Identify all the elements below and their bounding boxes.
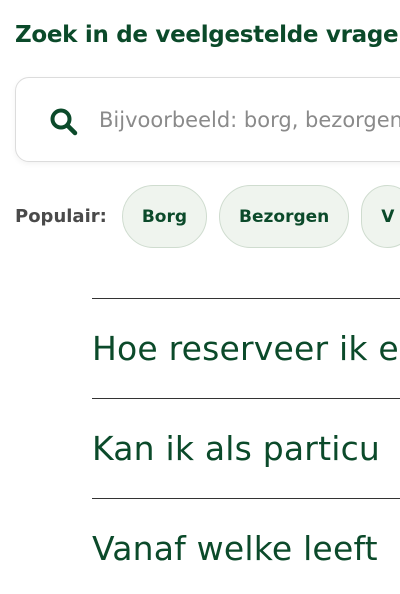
search-heading: Zoek in de veelgestelde vragen	[15, 22, 400, 48]
faq-item[interactable]: Kan ik als particu	[92, 398, 400, 498]
faq-page: Zoek in de veelgestelde vragen Populair:…	[0, 0, 400, 594]
faq-item[interactable]: Hoe reserveer ik e	[92, 298, 400, 398]
chip-truncated[interactable]: V	[361, 185, 400, 248]
faq-question: Vanaf welke leeft	[92, 529, 378, 568]
faq-question: Hoe reserveer ik e	[92, 329, 399, 368]
faq-question: Kan ik als particu	[92, 429, 381, 468]
faq-item[interactable]: Vanaf welke leeft	[92, 498, 400, 594]
search-icon[interactable]	[48, 106, 80, 138]
popular-searches: Populair: Borg Bezorgen V	[15, 185, 400, 248]
search-input[interactable]	[99, 100, 400, 140]
faq-list: Hoe reserveer ik e Kan ik als particu Va…	[92, 298, 400, 594]
popular-label: Populair:	[15, 206, 107, 227]
chip-bezorgen[interactable]: Bezorgen	[219, 185, 350, 248]
chip-borg[interactable]: Borg	[121, 185, 208, 248]
search-box[interactable]	[15, 77, 400, 162]
